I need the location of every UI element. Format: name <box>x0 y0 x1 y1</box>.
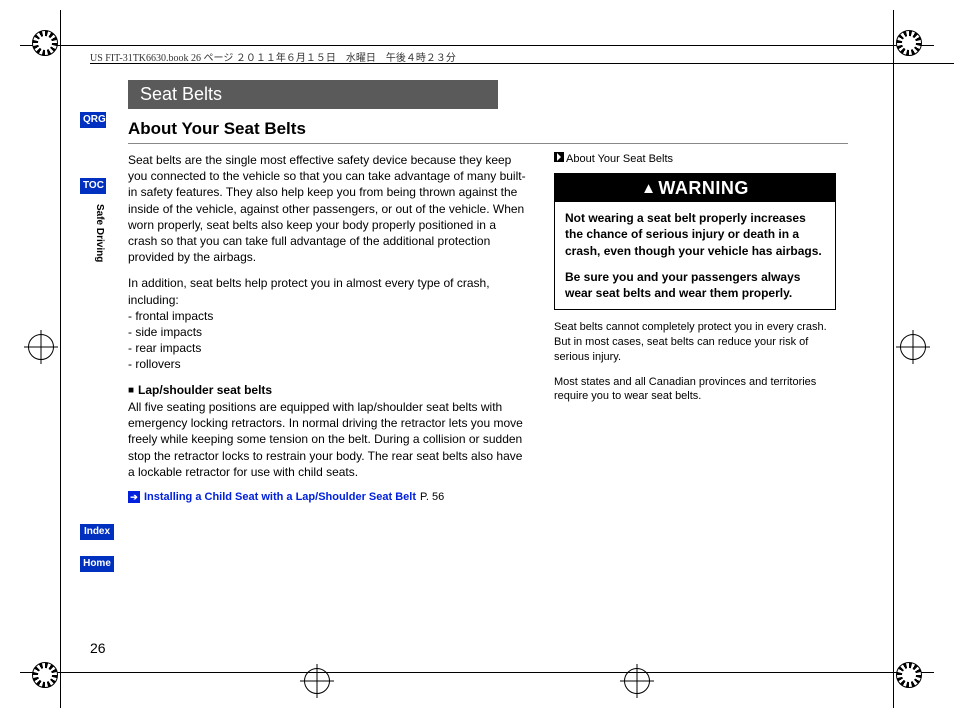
registration-mark-icon <box>896 30 922 56</box>
crop-line-right <box>893 10 894 708</box>
nav-toc[interactable]: TOC <box>80 178 106 194</box>
warning-paragraph: Not wearing a seat belt properly increas… <box>565 210 825 259</box>
list-item: - side impacts <box>128 324 528 340</box>
page-number: 26 <box>90 640 106 656</box>
nav-index[interactable]: Index <box>80 524 114 540</box>
registration-mark-icon <box>32 30 58 56</box>
warning-heading: ▲WARNING <box>555 174 835 202</box>
list-item: - rear impacts <box>128 340 528 356</box>
crop-line-left <box>60 10 61 708</box>
list-item: - rollovers <box>128 356 528 372</box>
registration-mark-icon <box>896 662 922 688</box>
subsection-heading: ■ Lap/shoulder seat belts <box>128 382 528 399</box>
chapter-title: Seat Belts <box>128 80 498 109</box>
side-note: Most states and all Canadian provinces a… <box>554 375 836 405</box>
subsection-heading-text: Lap/shoulder seat belts <box>138 383 272 397</box>
header-rule <box>90 63 954 64</box>
main-column: Seat belts are the single most effective… <box>128 152 528 505</box>
crosshair-icon <box>620 664 654 698</box>
intro-paragraph: Seat belts are the single most effective… <box>128 152 528 265</box>
warning-box: ▲WARNING Not wearing a seat belt properl… <box>554 173 836 310</box>
impacts-lead: In addition, seat belts help protect you… <box>128 275 528 307</box>
nav-qrg[interactable]: QRG <box>80 112 106 128</box>
warning-triangle-icon: ▲ <box>641 180 656 197</box>
page-content: Seat Belts About Your Seat Belts Seat be… <box>128 80 848 640</box>
crosshair-icon <box>896 330 930 364</box>
warning-label: WARNING <box>658 178 749 198</box>
subsection-body: All five seating positions are equipped … <box>128 399 528 480</box>
nav-safe-driving[interactable]: Safe Driving <box>93 200 106 266</box>
link-page: P. 56 <box>420 491 444 503</box>
section-title: About Your Seat Belts <box>128 119 848 144</box>
chevron-icon <box>554 152 564 162</box>
side-note: Seat belts cannot completely protect you… <box>554 320 836 365</box>
side-column: About Your Seat Belts ▲WARNING Not weari… <box>554 152 836 505</box>
impacts-list: - frontal impacts - side impacts - rear … <box>128 308 528 373</box>
crop-line-bottom <box>20 672 934 673</box>
book-metadata: US FIT-31TK6630.book 26 ページ ２０１１年６月１５日 水… <box>90 49 456 64</box>
side-reference: About Your Seat Belts <box>554 152 836 167</box>
cross-reference-link[interactable]: ➔ Installing a Child Seat with a Lap/Shou… <box>128 490 528 505</box>
list-item: - frontal impacts <box>128 308 528 324</box>
crosshair-icon <box>300 664 334 698</box>
square-bullet-icon: ■ <box>128 385 134 396</box>
warning-body: Not wearing a seat belt properly increas… <box>555 202 835 309</box>
registration-mark-icon <box>32 662 58 688</box>
link-arrow-icon: ➔ <box>128 491 140 503</box>
crosshair-icon <box>24 330 58 364</box>
nav-home[interactable]: Home <box>80 556 114 572</box>
crop-line-top <box>20 45 934 46</box>
warning-paragraph: Be sure you and your passengers always w… <box>565 269 825 301</box>
side-reference-text: About Your Seat Belts <box>566 153 673 165</box>
link-text: Installing a Child Seat with a Lap/Shoul… <box>144 491 416 503</box>
